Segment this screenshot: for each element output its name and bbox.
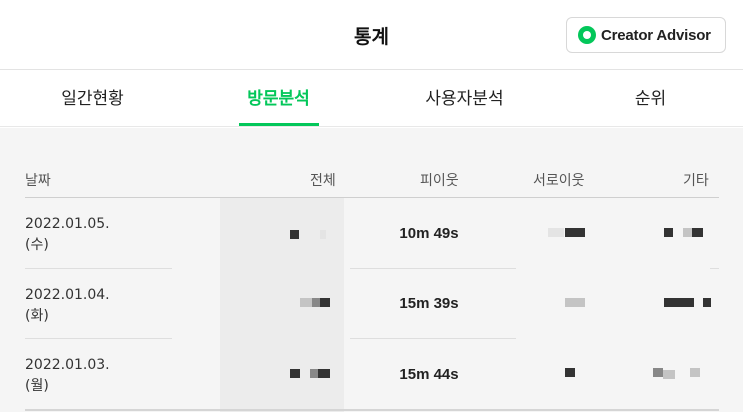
row-date-text: 2022.01.04. — [25, 287, 110, 303]
redacted-value — [300, 298, 312, 307]
row-divider — [25, 268, 172, 269]
redacted-value — [690, 368, 700, 377]
redacted-value — [664, 228, 673, 237]
table-row-date: 2022.01.04. (화) — [25, 285, 110, 327]
tab-user-analysis[interactable]: 사용자분석 — [372, 71, 557, 127]
redacted-value — [548, 228, 564, 237]
tab-visit-analysis[interactable]: 방문분석 — [186, 71, 371, 127]
app-header: 통계 Creator Advisor — [0, 0, 743, 70]
creator-advisor-button[interactable]: Creator Advisor — [566, 17, 726, 53]
redacted-value — [663, 370, 675, 379]
row-weekday-text: (수) — [25, 237, 49, 253]
row-neighbor-time: 15m 39s — [399, 295, 459, 312]
active-tab-indicator — [239, 123, 319, 126]
row-weekday-text: (화) — [25, 308, 49, 324]
visit-analysis-table: 날짜 전체 피이웃 서로이웃 기타 2022.01.05. (수) 10m 49… — [0, 128, 743, 412]
header-date: 날짜 — [25, 173, 51, 189]
redacted-value — [290, 369, 300, 378]
stats-tabs: 일간현황 방문분석 사용자분석 순위 — [0, 71, 743, 127]
row-neighbor-time: 15m 44s — [399, 366, 459, 383]
redacted-value — [664, 298, 694, 307]
redacted-value — [565, 368, 575, 377]
row-date-text: 2022.01.03. — [25, 357, 110, 373]
redacted-value — [312, 298, 320, 307]
row-divider — [25, 338, 172, 339]
creator-advisor-label: Creator Advisor — [601, 26, 711, 44]
redacted-value — [683, 228, 692, 237]
header-neighbor: 피이웃 — [420, 173, 459, 189]
redacted-value — [565, 298, 585, 307]
redacted-value — [703, 298, 711, 307]
header-mutual-neighbor: 서로이웃 — [533, 173, 585, 189]
row-weekday-text: (월) — [25, 378, 49, 394]
redacted-value — [310, 369, 318, 378]
row-divider — [350, 268, 516, 269]
tab-daily-status[interactable]: 일간현황 — [0, 71, 185, 127]
redacted-value — [290, 230, 299, 239]
redacted-value — [653, 368, 663, 377]
header-total: 전체 — [310, 173, 336, 189]
table-row-date: 2022.01.03. (월) — [25, 355, 110, 397]
redacted-value — [565, 228, 585, 237]
row-divider — [710, 268, 719, 269]
header-other: 기타 — [683, 173, 709, 189]
table-bottom-border — [25, 409, 719, 411]
row-date-text: 2022.01.05. — [25, 216, 110, 232]
redacted-value — [318, 369, 330, 378]
redacted-value — [320, 230, 326, 239]
row-neighbor-time: 10m 49s — [399, 225, 459, 242]
header-divider — [25, 197, 719, 198]
redacted-value — [692, 228, 703, 237]
tab-ranking[interactable]: 순위 — [558, 71, 743, 127]
creator-advisor-logo-icon — [578, 26, 596, 44]
table-row-date: 2022.01.05. (수) — [25, 214, 110, 256]
row-divider — [350, 338, 516, 339]
redacted-value — [320, 298, 330, 307]
